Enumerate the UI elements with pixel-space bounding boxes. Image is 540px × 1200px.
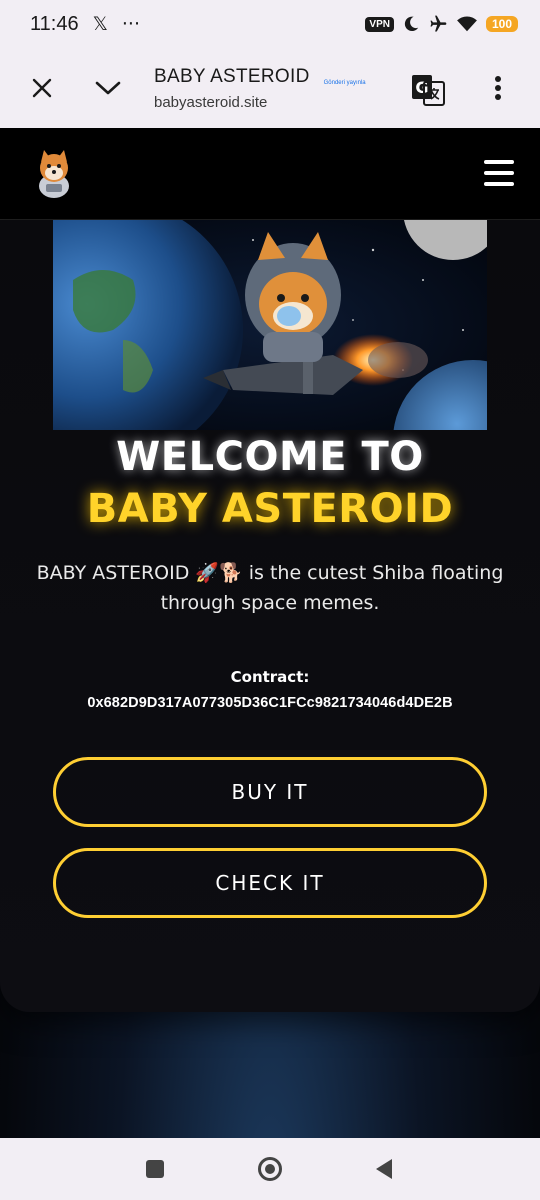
contract-address[interactable]: 0x682D9D317A077305D36C1FCc9821734046d4DE… bbox=[0, 695, 540, 711]
chevron-down-icon bbox=[95, 81, 121, 95]
wifi-icon bbox=[457, 16, 477, 32]
translate-button[interactable]: G bbox=[408, 70, 448, 110]
contract-label: Contract: bbox=[230, 668, 310, 686]
minimize-tab-button[interactable] bbox=[88, 68, 128, 108]
page-title: BABY ASTEROID bbox=[154, 65, 310, 87]
overflow-menu-button[interactable] bbox=[478, 68, 518, 108]
site-header bbox=[0, 128, 540, 220]
x-app-icon: 𝕏 bbox=[92, 13, 108, 35]
more-vert-icon bbox=[495, 76, 501, 100]
translate-icon: G bbox=[412, 75, 445, 106]
custom-tab-toolbar: BABY ASTEROID Gönderi yayınla babyastero… bbox=[0, 48, 540, 128]
publish-post-link[interactable]: Gönderi yayınla bbox=[324, 80, 366, 86]
close-icon bbox=[32, 78, 52, 98]
page-url: babyasteroid.site bbox=[154, 93, 268, 111]
headline-line-2: BABY ASTEROID bbox=[86, 486, 454, 532]
home-button[interactable] bbox=[258, 1157, 282, 1181]
recents-button[interactable] bbox=[146, 1160, 164, 1178]
status-bar: 11:46 𝕏 ··· VPN 100 bbox=[0, 0, 540, 48]
airplane-mode-icon bbox=[430, 15, 447, 32]
hamburger-menu-button[interactable] bbox=[484, 160, 514, 186]
more-notifications-icon: ··· bbox=[121, 13, 141, 35]
hero-image-shiba-rocket bbox=[53, 220, 487, 430]
svg-text:G: G bbox=[415, 78, 428, 97]
headline-line-1: WELCOME TO bbox=[116, 434, 424, 480]
back-button[interactable] bbox=[376, 1159, 392, 1179]
system-navigation-bar bbox=[0, 1138, 540, 1200]
shiba-astronaut-logo[interactable] bbox=[32, 148, 76, 198]
tab-title-block: BABY ASTEROID Gönderi yayınla babyastero… bbox=[154, 66, 366, 111]
vpn-badge: VPN bbox=[365, 16, 394, 32]
tagline-text: BABY ASTEROID 🚀🐕 is the cutest Shiba flo… bbox=[36, 562, 504, 614]
close-tab-button[interactable] bbox=[22, 68, 62, 108]
buy-it-button[interactable]: BUY IT bbox=[53, 757, 487, 827]
status-time: 11:46 bbox=[30, 12, 79, 35]
website-viewport: WELCOME TO BABY ASTEROID BABY ASTEROID 🚀… bbox=[0, 128, 540, 1138]
check-it-button[interactable]: CHECK IT bbox=[53, 848, 487, 918]
hero-card: WELCOME TO BABY ASTEROID BABY ASTEROID 🚀… bbox=[0, 220, 540, 1012]
welcome-headline: WELCOME TO BABY ASTEROID bbox=[0, 428, 540, 536]
do-not-disturb-moon-icon bbox=[404, 16, 419, 32]
battery-level-badge: 100 bbox=[485, 16, 518, 32]
